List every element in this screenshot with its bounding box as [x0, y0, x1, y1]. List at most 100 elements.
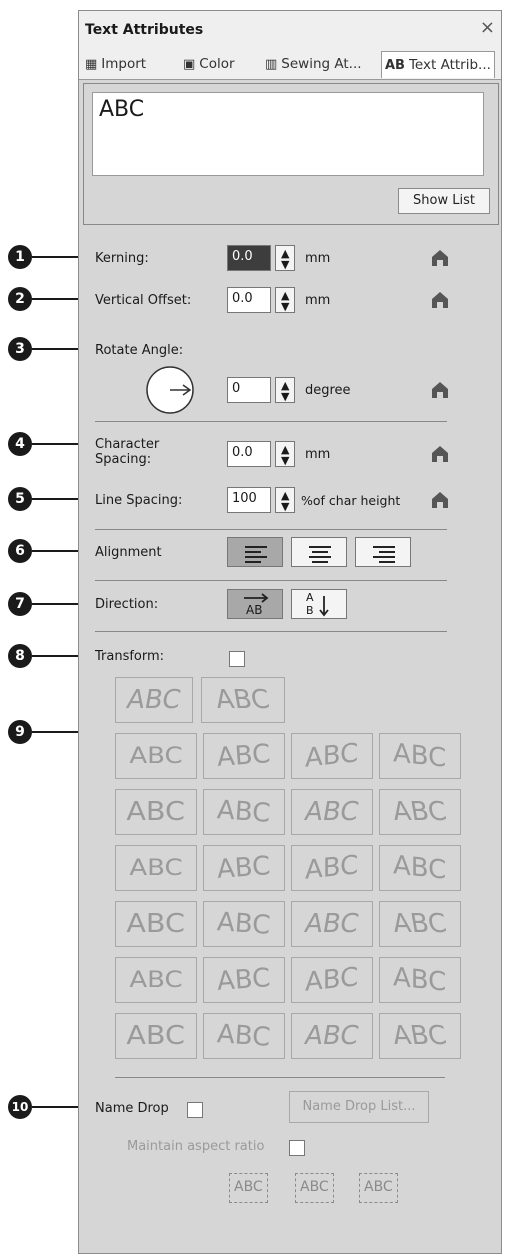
- transform-style-tile[interactable]: ABC: [203, 733, 285, 779]
- rotate-spin-arrows[interactable]: ▲ ▼: [275, 377, 295, 403]
- align-center-button[interactable]: [291, 537, 347, 567]
- transform-style-tile[interactable]: ABC: [379, 1013, 461, 1059]
- transform-style-tile[interactable]: ABC: [379, 733, 461, 779]
- direction-horizontal-button[interactable]: AB: [227, 589, 283, 619]
- tab-import[interactable]: ▦ Import: [85, 53, 146, 75]
- transform-style-tile[interactable]: ABC: [291, 845, 373, 891]
- vertical-offset-spin-arrows[interactable]: ▲ ▼: [275, 287, 295, 313]
- kerning-spin-arrows[interactable]: ▲ ▼: [275, 245, 295, 271]
- show-list-button[interactable]: Show List: [398, 188, 490, 214]
- transform-style-text: ABC: [213, 685, 273, 715]
- callout-7: 7: [8, 592, 32, 616]
- transform-style-text: ABC: [216, 739, 272, 773]
- transform-style-tile[interactable]: ABC: [115, 677, 193, 723]
- name-drop-style-tile[interactable]: ABC: [295, 1173, 334, 1203]
- line-spacing-input[interactable]: 100: [227, 487, 271, 513]
- transform-style-tile[interactable]: ABC: [115, 733, 197, 779]
- import-icon: ▦: [85, 57, 98, 72]
- direction-vertical-button[interactable]: A B: [291, 589, 347, 619]
- maintain-aspect-ratio-label: Maintain aspect ratio: [127, 1139, 265, 1154]
- transform-checkbox[interactable]: [229, 651, 245, 667]
- transform-style-tile[interactable]: ABC: [115, 845, 197, 891]
- transform-style-text: ABC: [216, 851, 272, 885]
- tab-label: Text Attrib...: [408, 57, 491, 73]
- tab-label: Sewing At...: [281, 56, 362, 72]
- tab-sewing-attributes[interactable]: ▥ Sewing At...: [265, 53, 362, 75]
- character-spacing-unit: mm: [305, 447, 331, 462]
- transform-style-tile[interactable]: ABC: [379, 901, 461, 947]
- reset-house-icon[interactable]: [431, 381, 449, 399]
- preview-area: ABC Show List: [83, 83, 499, 225]
- close-icon[interactable]: ×: [480, 17, 495, 38]
- kerning-input[interactable]: 0.0: [227, 245, 271, 271]
- transform-style-tile[interactable]: ABC: [291, 733, 373, 779]
- transform-style-text: ABC: [216, 963, 272, 997]
- align-right-button[interactable]: [355, 537, 411, 567]
- vertical-offset-input[interactable]: 0.0: [227, 287, 271, 313]
- stitch-icon: ▥: [265, 57, 278, 72]
- transform-style-text: ABC: [126, 1021, 186, 1051]
- transform-style-tile[interactable]: ABC: [379, 845, 461, 891]
- reset-house-icon[interactable]: [431, 445, 449, 463]
- transform-style-text: ABC: [216, 795, 272, 829]
- character-spacing-input[interactable]: 0.0: [227, 441, 271, 467]
- transform-style-tile[interactable]: ABC: [201, 677, 285, 723]
- transform-style-tile[interactable]: ABC: [115, 789, 197, 835]
- text-preview[interactable]: ABC: [92, 92, 484, 176]
- transform-style-tile[interactable]: ABC: [203, 789, 285, 835]
- transform-style-text: ABC: [305, 738, 359, 774]
- transform-style-tile[interactable]: ABC: [115, 901, 197, 947]
- direction-horizontal-text: AB: [246, 603, 263, 617]
- name-drop-list-button[interactable]: Name Drop List...: [289, 1091, 429, 1123]
- callout-6: 6: [8, 539, 32, 563]
- align-center-icon: [309, 546, 331, 563]
- align-left-button[interactable]: [227, 537, 283, 567]
- separator: [115, 1077, 445, 1078]
- transform-style-tile[interactable]: ABC: [203, 845, 285, 891]
- transform-style-tile[interactable]: ABC: [379, 789, 461, 835]
- vertical-offset-stepper[interactable]: 0.0 ▲ ▼: [227, 287, 295, 313]
- transform-style-tile[interactable]: ABC: [291, 789, 373, 835]
- rotate-angle-input[interactable]: 0: [227, 377, 271, 403]
- transform-style-text: ABC: [390, 797, 450, 827]
- transform-style-text: ABC: [126, 909, 186, 939]
- transform-style-tile[interactable]: ABC: [203, 1013, 285, 1059]
- rotate-angle-label: Rotate Angle:: [95, 343, 184, 358]
- tab-text-attributes[interactable]: AB Text Attrib...: [381, 51, 495, 78]
- transform-style-text: ABC: [390, 1021, 450, 1051]
- callout-3: 3: [8, 337, 32, 361]
- transform-style-tile[interactable]: ABC: [291, 1013, 373, 1059]
- character-spacing-stepper[interactable]: 0.0 ▲ ▼: [227, 441, 295, 467]
- callout-1: 1: [8, 245, 32, 269]
- align-left-icon: [245, 546, 267, 563]
- name-drop-checkbox[interactable]: [187, 1102, 203, 1118]
- tab-color[interactable]: ▣ Color: [183, 53, 235, 75]
- transform-style-tile[interactable]: ABC: [379, 957, 461, 1003]
- reset-house-icon[interactable]: [431, 249, 449, 267]
- character-spacing-spin-arrows[interactable]: ▲ ▼: [275, 441, 295, 467]
- name-drop-style-tile[interactable]: ABC: [229, 1173, 268, 1203]
- transform-style-tile[interactable]: ABC: [115, 1013, 197, 1059]
- transform-style-text: ABC: [302, 1021, 362, 1051]
- transform-style-tile[interactable]: ABC: [115, 957, 197, 1003]
- transform-style-text: ABC: [393, 850, 447, 886]
- transform-style-tile[interactable]: ABC: [291, 901, 373, 947]
- kerning-stepper[interactable]: 0.0 ▲ ▼: [227, 245, 295, 271]
- rotate-angle-stepper[interactable]: 0 ▲ ▼: [227, 377, 295, 403]
- name-drop-style-tile[interactable]: ABC: [359, 1173, 398, 1203]
- transform-style-text: ABC: [129, 855, 183, 881]
- maintain-aspect-ratio-checkbox[interactable]: [289, 1140, 305, 1156]
- line-spacing-label: Line Spacing:: [95, 493, 183, 508]
- transform-style-tile[interactable]: ABC: [291, 957, 373, 1003]
- transform-style-tile[interactable]: ABC: [203, 901, 285, 947]
- rotate-dial-icon[interactable]: [145, 365, 195, 415]
- transform-label: Transform:: [95, 649, 165, 664]
- transform-style-text: ABC: [216, 1019, 272, 1053]
- transform-style-tile[interactable]: ABC: [203, 957, 285, 1003]
- line-spacing-stepper[interactable]: 100 ▲ ▼: [227, 487, 295, 513]
- alignment-group: [227, 537, 417, 567]
- reset-house-icon[interactable]: [431, 491, 449, 509]
- reset-house-icon[interactable]: [431, 291, 449, 309]
- line-spacing-spin-arrows[interactable]: ▲ ▼: [275, 487, 295, 513]
- transform-style-text: ABC: [302, 909, 362, 939]
